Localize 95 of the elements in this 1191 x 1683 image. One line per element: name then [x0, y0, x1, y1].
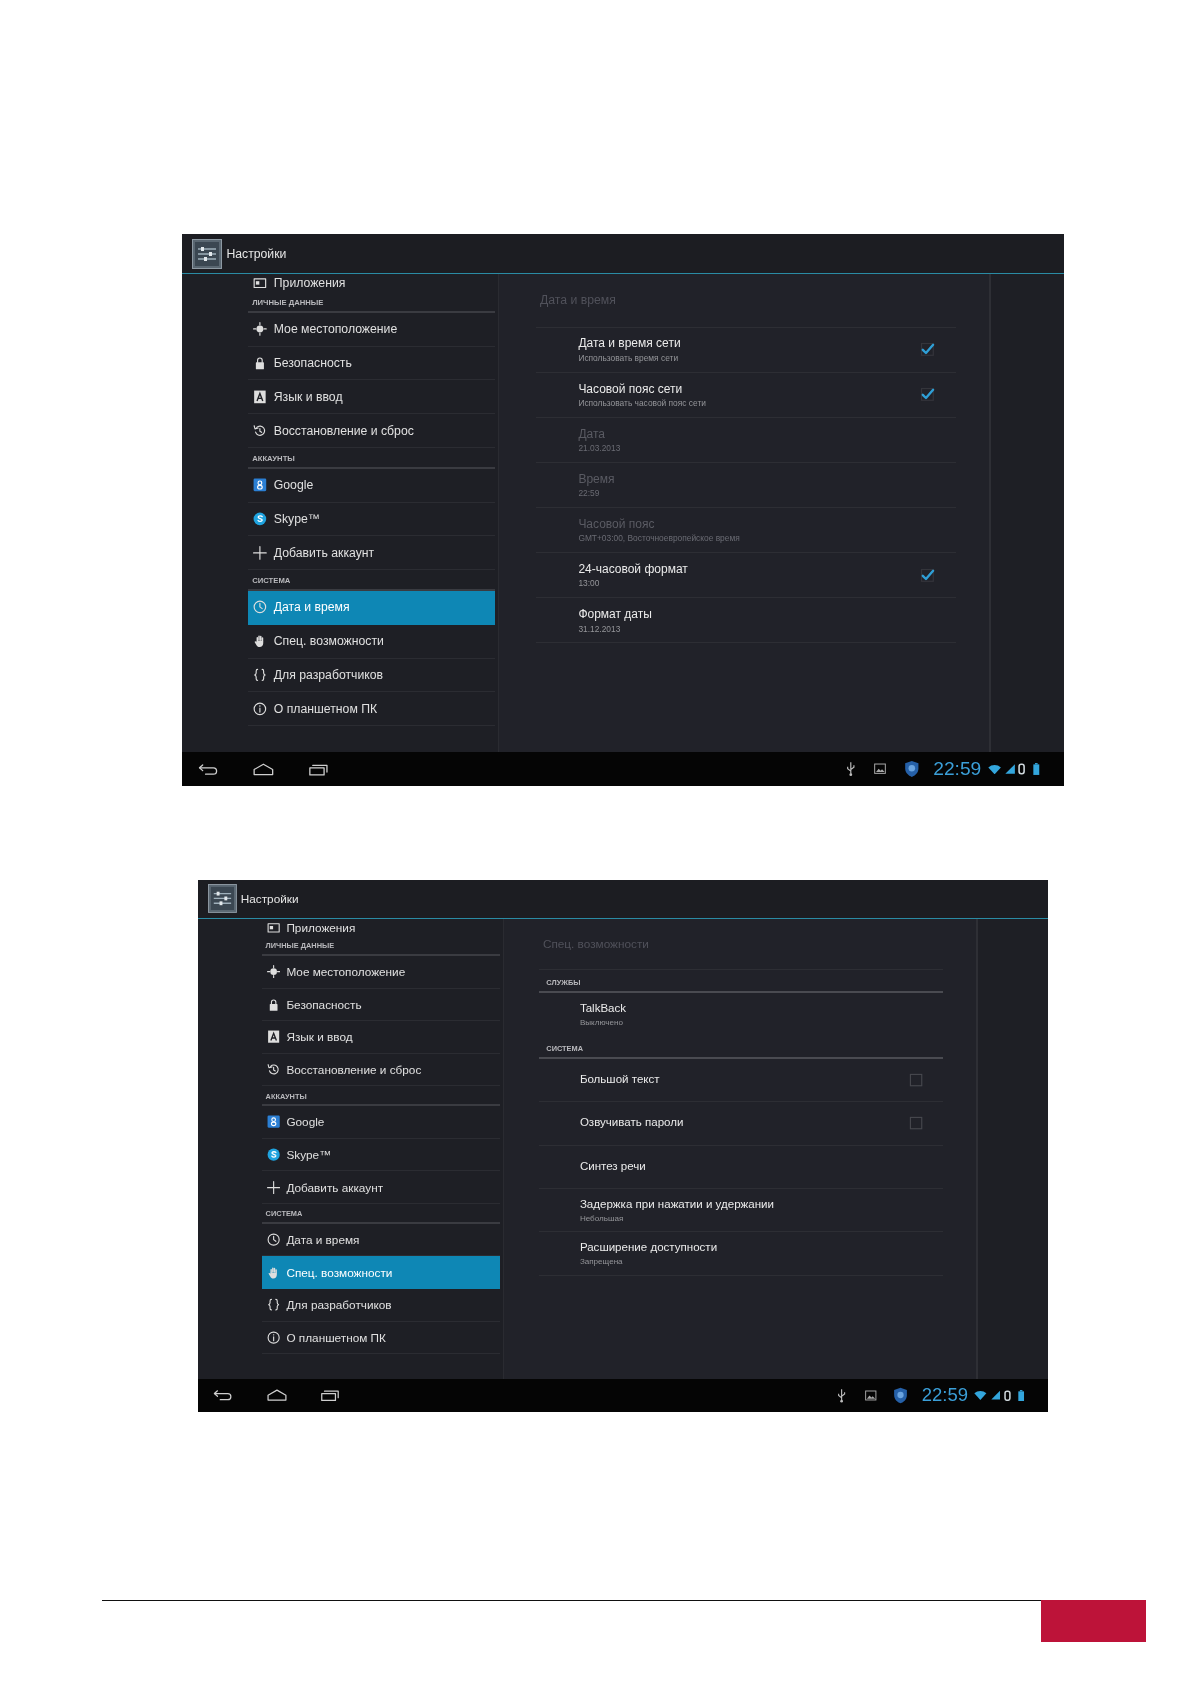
battery-icon: [1033, 762, 1040, 775]
battery-icon: [1018, 1389, 1025, 1402]
window-icon: [266, 920, 281, 934]
sidebar-item[interactable]: Спец. возможности: [261, 1256, 500, 1289]
setting-title: Озвучивать пароли: [579, 1116, 684, 1131]
setting-title: Формат даты: [578, 607, 652, 622]
clock-icon: [253, 600, 268, 615]
checkbox[interactable]: [907, 1071, 924, 1088]
usb-icon: [837, 1387, 847, 1403]
setting-summary: Выключено: [579, 1017, 623, 1027]
google-icon: [266, 1115, 281, 1129]
sidebar-item[interactable]: Для разработчиков: [248, 658, 496, 693]
sidebar-item[interactable]: Безопасность: [261, 988, 500, 1022]
setting-title: Большой текст: [579, 1072, 660, 1087]
restore-icon: [266, 1062, 281, 1077]
sidebar-item[interactable]: Спец. возможности: [248, 624, 496, 659]
status-time: 22:59: [921, 1386, 968, 1405]
sidebar-item[interactable]: Мое местоположение: [248, 312, 496, 347]
app-title: Настройки: [226, 246, 287, 261]
setting-title: 24-часовой формат: [578, 561, 688, 577]
skype-icon: [266, 1147, 281, 1162]
location-icon: [266, 965, 281, 979]
sidebar-item[interactable]: О планшетном ПК: [248, 692, 496, 727]
image-icon: [865, 1389, 877, 1401]
setting-title: TalkBack: [579, 1001, 627, 1016]
braces-icon: [266, 1298, 281, 1312]
status-time: 22:59: [933, 759, 982, 779]
sidebar-item[interactable]: Приложения: [261, 918, 500, 937]
sidebar-item[interactable]: Дата и время: [248, 590, 496, 625]
setting-summary: 31.12.2013: [578, 623, 621, 634]
sidebar-item[interactable]: Восстановление и сброс: [261, 1053, 500, 1087]
sidebar-item[interactable]: Восстановление и сброс: [248, 414, 496, 449]
setting-summary: Небольшая: [579, 1213, 624, 1223]
letter-tile-icon: [253, 390, 268, 404]
setting-summary: Использовать часовой пояс сети: [578, 398, 706, 408]
image-icon: [874, 763, 887, 775]
sidebar-item[interactable]: О планшетном ПК: [261, 1321, 500, 1355]
info-icon: [266, 1330, 281, 1345]
setting-summary: Использовать время сети: [578, 352, 679, 363]
signal-icon: [990, 1390, 1001, 1401]
back-icon[interactable]: [197, 761, 220, 777]
sidebar-item[interactable]: Google: [261, 1106, 500, 1139]
recents-icon[interactable]: [318, 1388, 341, 1403]
sidebar-item[interactable]: Добавить аккаунт: [248, 536, 496, 571]
status-indicator-icon: [1003, 1389, 1011, 1402]
letter-tile-icon: [266, 1030, 281, 1044]
window-icon: [253, 276, 268, 291]
sidebar-item[interactable]: Google: [248, 468, 496, 503]
sidebar-item[interactable]: Язык и ввод: [261, 1021, 500, 1054]
setting-title: Часовой пояс сети: [578, 381, 683, 396]
checkbox[interactable]: [918, 566, 936, 584]
setting-summary: 21.03.2013: [578, 443, 621, 454]
setting-title: Дата: [578, 426, 605, 441]
setting-title: Дата и время сети: [578, 336, 681, 351]
sidebar-item[interactable]: Skype™: [248, 502, 496, 537]
plus-icon: [266, 1180, 281, 1194]
google-icon: [253, 478, 268, 493]
sidebar-item[interactable]: Мое местоположение: [261, 955, 500, 989]
usb-icon: [845, 761, 856, 777]
setting-summary: GMT+03:00, Восточноевропейское время: [578, 533, 740, 544]
braces-icon: [253, 668, 268, 682]
app-title: Настройки: [240, 892, 299, 906]
checkbox[interactable]: [918, 341, 936, 359]
sidebar-item[interactable]: Язык и ввод: [248, 380, 496, 415]
setting-summary: 22:59: [578, 488, 600, 499]
plus-icon: [253, 545, 268, 560]
skype-icon: [253, 512, 268, 526]
setting-title: Задержка при нажатии и удержании: [579, 1197, 774, 1212]
shield-icon: [893, 1386, 909, 1404]
status-indicator-icon: [1018, 762, 1026, 775]
setting-title: Синтез речи: [579, 1159, 646, 1174]
info-icon: [253, 701, 268, 716]
sidebar-item[interactable]: Для разработчиков: [261, 1289, 500, 1322]
setting-title: Расширение доступности: [579, 1241, 718, 1256]
restore-icon: [253, 423, 268, 438]
home-icon[interactable]: [265, 1388, 288, 1403]
checkbox[interactable]: [918, 386, 936, 404]
sliders-tile-icon[interactable]: [192, 238, 223, 269]
checkbox[interactable]: [907, 1115, 924, 1132]
sidebar-item[interactable]: Добавить аккаунт: [261, 1171, 500, 1204]
wifi-icon: [987, 763, 1002, 775]
setting-title: Время: [578, 471, 615, 487]
sliders-tile-icon[interactable]: [207, 884, 237, 914]
wifi-icon: [974, 1390, 988, 1401]
sidebar-item[interactable]: Skype™: [261, 1138, 500, 1172]
setting-summary: 13:00: [578, 578, 600, 589]
home-icon[interactable]: [252, 761, 275, 777]
signal-icon: [1004, 763, 1015, 774]
setting-title: Часовой пояс: [578, 516, 655, 532]
sidebar-item[interactable]: Безопасность: [248, 346, 496, 381]
location-icon: [253, 322, 268, 337]
sidebar-item[interactable]: Приложения: [248, 274, 496, 293]
setting-summary: Запрещена: [579, 1257, 623, 1267]
shield-icon: [903, 760, 920, 778]
clock-icon: [266, 1233, 281, 1247]
